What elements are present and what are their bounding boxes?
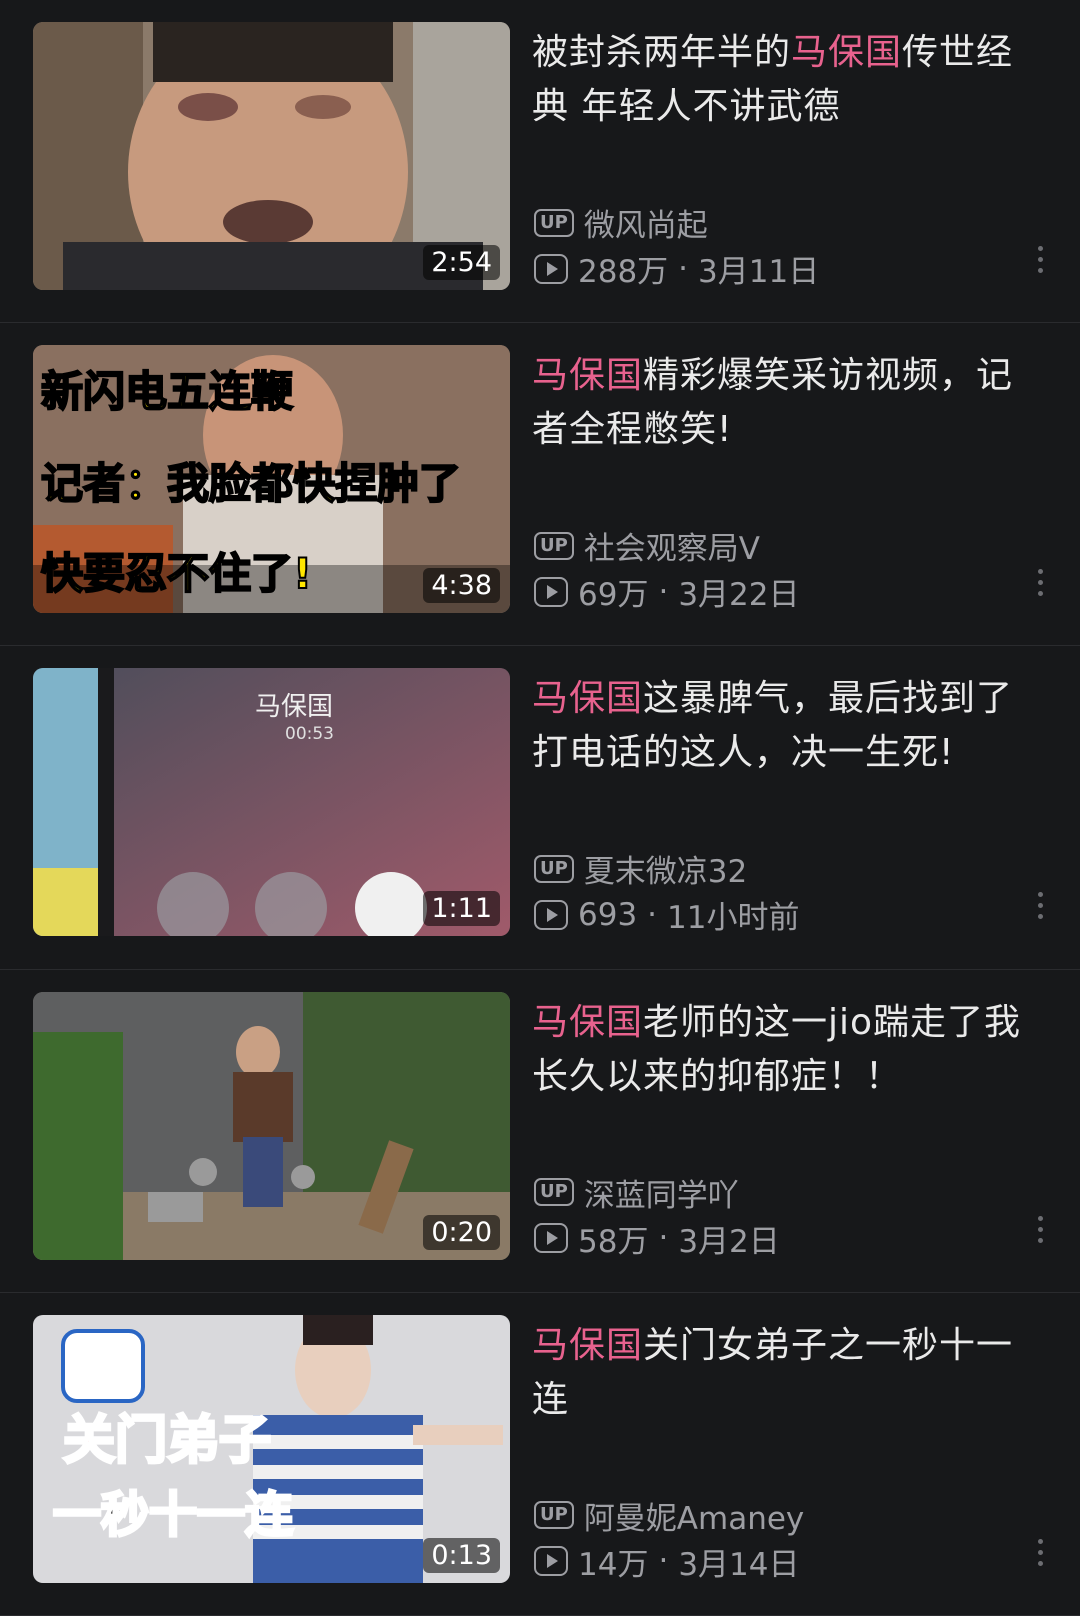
title-text: 被封杀两年半的 [532, 32, 792, 73]
up-badge-icon: UP [534, 208, 574, 237]
thumbnail-caption: 快要忍不住了! [40, 549, 313, 599]
uploader-row[interactable]: UP 深蓝同学吖 [534, 1170, 739, 1215]
video-item[interactable]: 新闪电五连鞭 记者：我脸都快捏肿了 快要忍不住了! 4:38 马保国精彩爆笑采访… [0, 323, 1080, 647]
uploader-name: 夏末微凉32 [583, 854, 748, 891]
thumbnail-caption: 00:53 [285, 724, 334, 745]
view-count: 69万 [578, 577, 649, 614]
publish-date: 11小时前 [667, 900, 800, 937]
separator-dot: · [678, 250, 689, 287]
uploader-row[interactable]: UP 阿曼妮Amaney [534, 1493, 804, 1538]
view-count: 14万 [578, 1546, 649, 1583]
uploader-row[interactable]: UP 社会观察局V [534, 523, 760, 568]
video-title[interactable]: 被封杀两年半的马保国传世经典 年轻人不讲武德 [532, 26, 1047, 134]
more-options-icon[interactable] [1036, 246, 1044, 273]
thumbnail-caption: 关门弟子 [61, 1410, 272, 1471]
stats-row: 693 · 11小时前 [534, 892, 799, 937]
title-highlight: 马保国 [791, 32, 903, 73]
uploader-row[interactable]: UP 夏末微凉32 [534, 846, 747, 891]
video-thumbnail[interactable]: 关门弟子 一秒十一连 0:13 [33, 1314, 510, 1583]
video-duration: 2:54 [423, 245, 500, 280]
video-thumbnail[interactable]: 0:20 [33, 991, 510, 1260]
more-options-icon[interactable] [1036, 1215, 1044, 1243]
separator-dot: · [658, 1543, 669, 1580]
uploader-row[interactable]: UP 微风尚起 [534, 200, 708, 245]
stats-row: 58万 · 3月2日 [534, 1216, 780, 1261]
thumbnail-caption: 马保国 [255, 692, 334, 723]
thumbnail-caption: 新闪电五连鞭 [40, 367, 294, 417]
publish-date: 3月22日 [678, 577, 800, 614]
uploader-name: 社会观察局V [583, 531, 761, 568]
uploader-name: 微风尚起 [583, 208, 708, 244]
more-options-icon[interactable] [1036, 1538, 1044, 1566]
separator-dot: · [658, 573, 669, 610]
play-count-icon [534, 899, 568, 930]
video-item[interactable]: 2:54 被封杀两年半的马保国传世经典 年轻人不讲武德 UP 微风尚起 288万… [0, 0, 1080, 324]
publish-date: 3月14日 [678, 1546, 800, 1583]
more-options-icon[interactable] [1036, 892, 1044, 920]
video-thumbnail[interactable]: 新闪电五连鞭 记者：我脸都快捏肿了 快要忍不住了! 4:38 [33, 345, 510, 614]
video-list: 2:54 被封杀两年半的马保国传世经典 年轻人不讲武德 UP 微风尚起 288万… [0, 0, 1080, 1616]
video-duration: 4:38 [423, 568, 500, 604]
stats-row: 69万 · 3月22日 [534, 569, 799, 614]
up-badge-icon: UP [534, 854, 574, 883]
video-thumbnail[interactable]: 马保国 00:53 1:11 [33, 668, 510, 937]
title-highlight: 马保国 [532, 1001, 644, 1043]
video-duration: 0:20 [423, 1214, 500, 1250]
video-title[interactable]: 马保国这暴脾气，最后找到了打电话的这人，决一生死! [532, 672, 1047, 780]
play-count-icon [534, 253, 568, 284]
title-highlight: 马保国 [532, 1324, 644, 1366]
video-item[interactable]: 0:20 马保国老师的这一jio踹走了我长久以来的抑郁症！！ UP 深蓝同学吖 … [0, 970, 1080, 1293]
uploader-name: 阿曼妮Amaney [583, 1500, 805, 1537]
publish-date: 3月2日 [678, 1223, 780, 1260]
more-options-icon[interactable] [1036, 569, 1044, 597]
video-title[interactable]: 马保国精彩爆笑采访视频，记者全程憋笑! [532, 349, 1047, 457]
separator-dot: · [658, 1220, 669, 1257]
up-badge-icon: UP [534, 1178, 574, 1207]
play-count-icon [534, 576, 568, 607]
separator-dot: · [647, 896, 658, 933]
title-highlight: 马保国 [532, 678, 644, 720]
video-item[interactable]: 关门弟子 一秒十一连 0:13 马保国关门女弟子之一秒十一连 UP 阿曼妮Ama… [0, 1293, 1080, 1616]
up-badge-icon: UP [534, 1501, 574, 1530]
thumbnail-caption: 记者：我脸都快捏肿了 [40, 459, 462, 509]
video-duration: 0:13 [423, 1537, 500, 1573]
video-thumbnail[interactable]: 2:54 [33, 22, 510, 290]
stats-row: 288万 · 3月11日 [534, 246, 819, 291]
view-count: 693 [578, 896, 638, 933]
uploader-name: 深蓝同学吖 [583, 1177, 739, 1214]
play-count-icon [534, 1546, 568, 1577]
up-badge-icon: UP [534, 531, 574, 560]
thumbnail-caption: 一秒十一连 [51, 1486, 294, 1543]
video-item[interactable]: 马保国 00:53 1:11 马保国这暴脾气，最后找到了打电话的这人，决一生死!… [0, 646, 1080, 970]
video-title[interactable]: 马保国老师的这一jio踹走了我长久以来的抑郁症！！ [532, 996, 1047, 1104]
video-duration: 1:11 [423, 891, 500, 927]
view-count: 288万 [578, 254, 669, 290]
publish-date: 3月11日 [698, 254, 820, 290]
title-highlight: 马保国 [532, 355, 644, 397]
stats-row: 14万 · 3月14日 [534, 1539, 799, 1584]
view-count: 58万 [578, 1223, 649, 1260]
video-title[interactable]: 马保国关门女弟子之一秒十一连 [532, 1319, 1047, 1427]
play-count-icon [534, 1223, 568, 1254]
